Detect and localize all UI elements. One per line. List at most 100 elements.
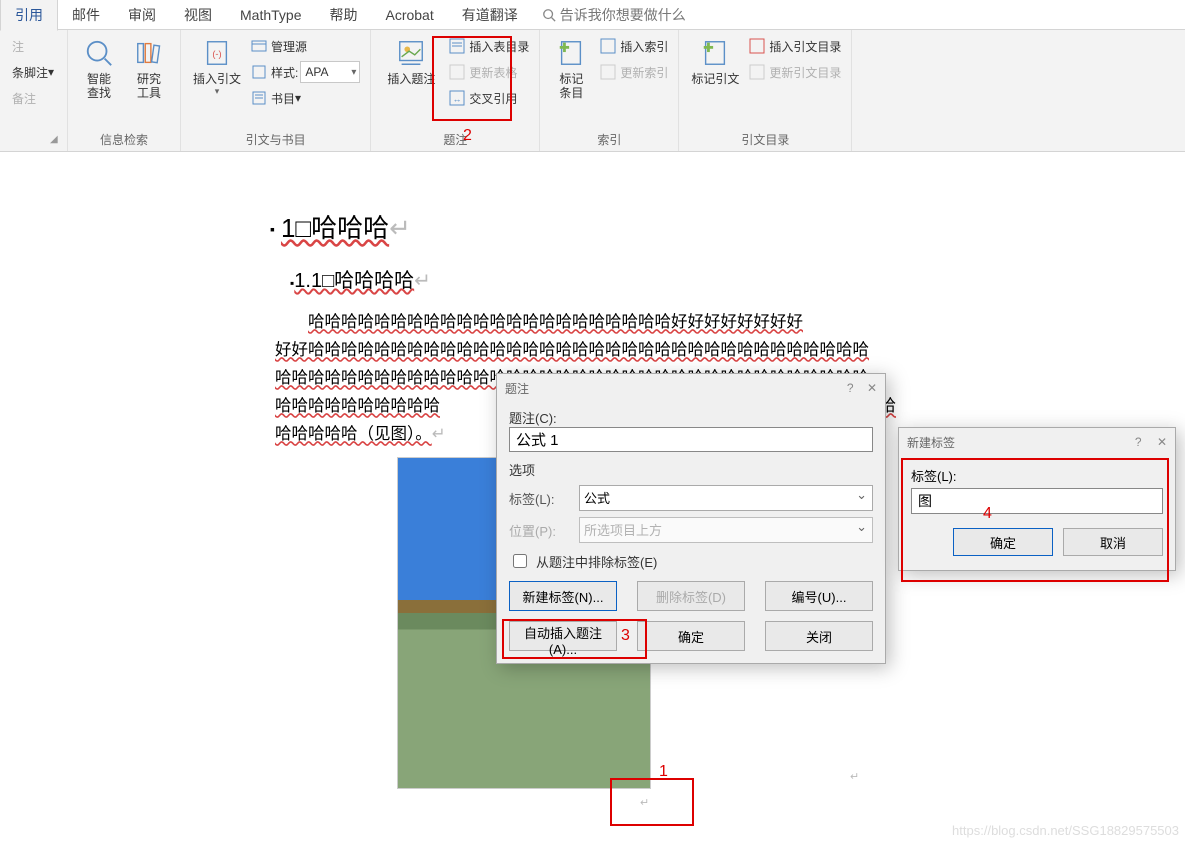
label-dropdown-label: 标签(L): xyxy=(509,489,579,508)
researcher-button[interactable]: 研究 工具 xyxy=(124,34,174,104)
close-icon[interactable]: ✕ xyxy=(867,381,877,395)
ribbon-group-footnotes: 注 条脚注 ▾ 备注 ◢ xyxy=(0,30,68,151)
exclude-label-checkbox-input[interactable] xyxy=(513,554,527,568)
heading-1: ▪1□哈哈哈↵ xyxy=(270,206,1185,250)
options-heading: 选项 xyxy=(509,460,873,479)
exclude-label-checkbox[interactable]: 从题注中排除标签(E) xyxy=(509,551,873,571)
caption-ok-button[interactable]: 确定 xyxy=(637,621,745,651)
ribbon-group-index: 标记 条目 插入索引 更新索引 索引 xyxy=(540,30,679,151)
para-mark: ↵ xyxy=(850,770,859,783)
captions-group-title: 题注 xyxy=(377,128,533,151)
footnote-btn-2[interactable]: 条脚注 ▾ xyxy=(8,60,58,84)
watermark: https://blog.csdn.net/SSG18829575503 xyxy=(952,823,1179,838)
caption-field-label: 题注(C): xyxy=(509,408,873,427)
citation-style-combo[interactable]: APA xyxy=(300,61,360,83)
caption-dialog-title: 题注 xyxy=(505,380,529,397)
update-index-button: 更新索引 xyxy=(596,60,672,84)
manage-sources-icon xyxy=(251,38,267,54)
lightbulb-search-icon xyxy=(84,38,114,68)
books-icon xyxy=(134,38,164,68)
insert-auth-icon xyxy=(749,38,765,54)
new-label-dialog: 新建标签 ? ✕ 标签(L): 确定 取消 xyxy=(898,427,1176,571)
bibliography-button[interactable]: 书目 ▾ xyxy=(247,86,364,110)
new-label-field-label: 标签(L): xyxy=(911,466,1163,485)
bibliography-icon xyxy=(251,90,267,106)
insert-index-button[interactable]: 插入索引 xyxy=(596,34,672,58)
insert-authorities-button[interactable]: 插入引文目录 xyxy=(745,34,845,58)
heading-2: ▪1.1□哈哈哈哈↵ xyxy=(290,264,1185,298)
position-dropdown: 所选项目上方 xyxy=(579,517,873,543)
tab-acrobat[interactable]: Acrobat xyxy=(371,2,447,28)
new-label-dialog-title: 新建标签 xyxy=(907,434,955,451)
tell-me-search[interactable]: 告诉我你想要做什么 xyxy=(542,5,686,25)
numbering-button[interactable]: 编号(U)... xyxy=(765,581,873,611)
footnote-btn-1: 注 xyxy=(8,34,58,58)
svg-text:(-): (-) xyxy=(212,49,221,59)
mark-citation-button[interactable]: 标记引文 xyxy=(685,34,745,89)
citations-group-title: 引文与书目 xyxy=(187,128,364,151)
position-dropdown-label: 位置(P): xyxy=(509,521,579,540)
help-icon[interactable]: ? xyxy=(1135,435,1142,449)
smart-lookup-button[interactable]: 智能 查找 xyxy=(74,34,124,104)
new-label-ok-button[interactable]: 确定 xyxy=(953,528,1053,556)
ribbon-group-captions: 插入题注 插入表目录 更新表格 ↔ 交叉引用 题注 xyxy=(371,30,540,151)
mark-citation-icon xyxy=(700,38,730,68)
citation-icon: (-) xyxy=(202,38,232,68)
caption-dialog-titlebar[interactable]: 题注 ? ✕ xyxy=(497,374,885,402)
para-line-2: 好好哈哈哈哈哈哈哈哈哈哈哈哈哈哈哈哈哈哈哈哈哈哈哈哈哈哈哈哈哈哈哈哈哈哈 xyxy=(275,341,869,359)
caption-text-input[interactable] xyxy=(509,427,873,452)
tab-review[interactable]: 审阅 xyxy=(114,0,170,30)
style-icon xyxy=(251,64,267,80)
insert-citation-button[interactable]: (-) 插入引文 ▾ xyxy=(187,34,247,100)
tof-icon xyxy=(449,38,465,54)
delete-label-button: 删除标签(D) xyxy=(637,581,745,611)
index-group-title: 索引 xyxy=(546,128,672,151)
insert-table-of-figures-button[interactable]: 插入表目录 xyxy=(445,34,533,58)
research-group-title: 信息检索 xyxy=(74,128,174,151)
ribbon-group-research: 智能 查找 研究 工具 信息检索 xyxy=(68,30,181,151)
ribbon-group-citations: (-) 插入引文 ▾ 管理源 样式: APA 书目 ▾ xyxy=(181,30,371,151)
search-icon xyxy=(542,8,556,22)
insert-index-icon xyxy=(600,38,616,54)
insert-caption-button[interactable]: 插入题注 xyxy=(381,34,441,89)
help-icon[interactable]: ? xyxy=(847,381,854,395)
update-table-icon xyxy=(449,64,465,80)
mark-entry-icon xyxy=(556,38,586,68)
mark-entry-button[interactable]: 标记 条目 xyxy=(546,34,596,104)
citation-style-dropdown[interactable]: 样式: APA xyxy=(247,60,364,84)
footnote-btn-3: 备注 xyxy=(8,86,58,110)
para-line-4a: 哈哈哈哈哈哈哈哈哈哈 xyxy=(275,397,440,415)
footnotes-dialog-launcher-icon[interactable]: ◢ xyxy=(50,134,64,148)
new-label-cancel-button[interactable]: 取消 xyxy=(1063,528,1163,556)
update-auth-icon xyxy=(749,64,765,80)
svg-text:↔: ↔ xyxy=(453,94,462,104)
caption-dialog: 题注 ? ✕ 题注(C): 选项 标签(L): 公式 位置(P): 所选项目上方… xyxy=(496,373,886,664)
tab-mathtype[interactable]: MathType xyxy=(226,2,315,28)
para-line-5: 哈哈哈哈哈（见图）。 xyxy=(275,425,432,443)
para-line-1: 哈哈哈哈哈哈哈哈哈哈哈哈哈哈哈哈哈哈哈哈哈哈好好好好好好好好 xyxy=(308,313,803,331)
caption-insertion-point[interactable]: ↵ xyxy=(640,796,649,809)
ribbon-tabs: 引用 邮件 审阅 视图 MathType 帮助 Acrobat 有道翻译 告诉我… xyxy=(0,0,1185,30)
update-index-icon xyxy=(600,64,616,80)
caption-close-button[interactable]: 关闭 xyxy=(765,621,873,651)
new-label-input[interactable] xyxy=(911,488,1163,514)
auto-caption-button[interactable]: 自动插入题注(A)... xyxy=(509,621,617,651)
cross-ref-icon: ↔ xyxy=(449,90,465,106)
new-label-button[interactable]: 新建标签(N)... xyxy=(509,581,617,611)
label-dropdown[interactable]: 公式 xyxy=(579,485,873,511)
update-authorities-button: 更新引文目录 xyxy=(745,60,845,84)
tab-references[interactable]: 引用 xyxy=(0,0,58,31)
insert-caption-icon xyxy=(396,38,426,68)
tab-help[interactable]: 帮助 xyxy=(315,0,371,30)
authorities-group-title: 引文目录 xyxy=(685,128,845,151)
tab-mailings[interactable]: 邮件 xyxy=(58,0,114,30)
close-icon[interactable]: ✕ xyxy=(1157,435,1167,449)
tab-youdao[interactable]: 有道翻译 xyxy=(448,0,532,30)
manage-sources-button[interactable]: 管理源 xyxy=(247,34,364,58)
ribbon-body: 注 条脚注 ▾ 备注 ◢ 智能 查找 研究 工具 信息检索 (-) 插入引文 xyxy=(0,30,1185,152)
new-label-dialog-titlebar[interactable]: 新建标签 ? ✕ xyxy=(899,428,1175,456)
cross-reference-button[interactable]: ↔ 交叉引用 xyxy=(445,86,533,110)
tab-view[interactable]: 视图 xyxy=(170,0,226,30)
ribbon-group-authorities: 标记引文 插入引文目录 更新引文目录 引文目录 xyxy=(679,30,852,151)
update-table-button: 更新表格 xyxy=(445,60,533,84)
